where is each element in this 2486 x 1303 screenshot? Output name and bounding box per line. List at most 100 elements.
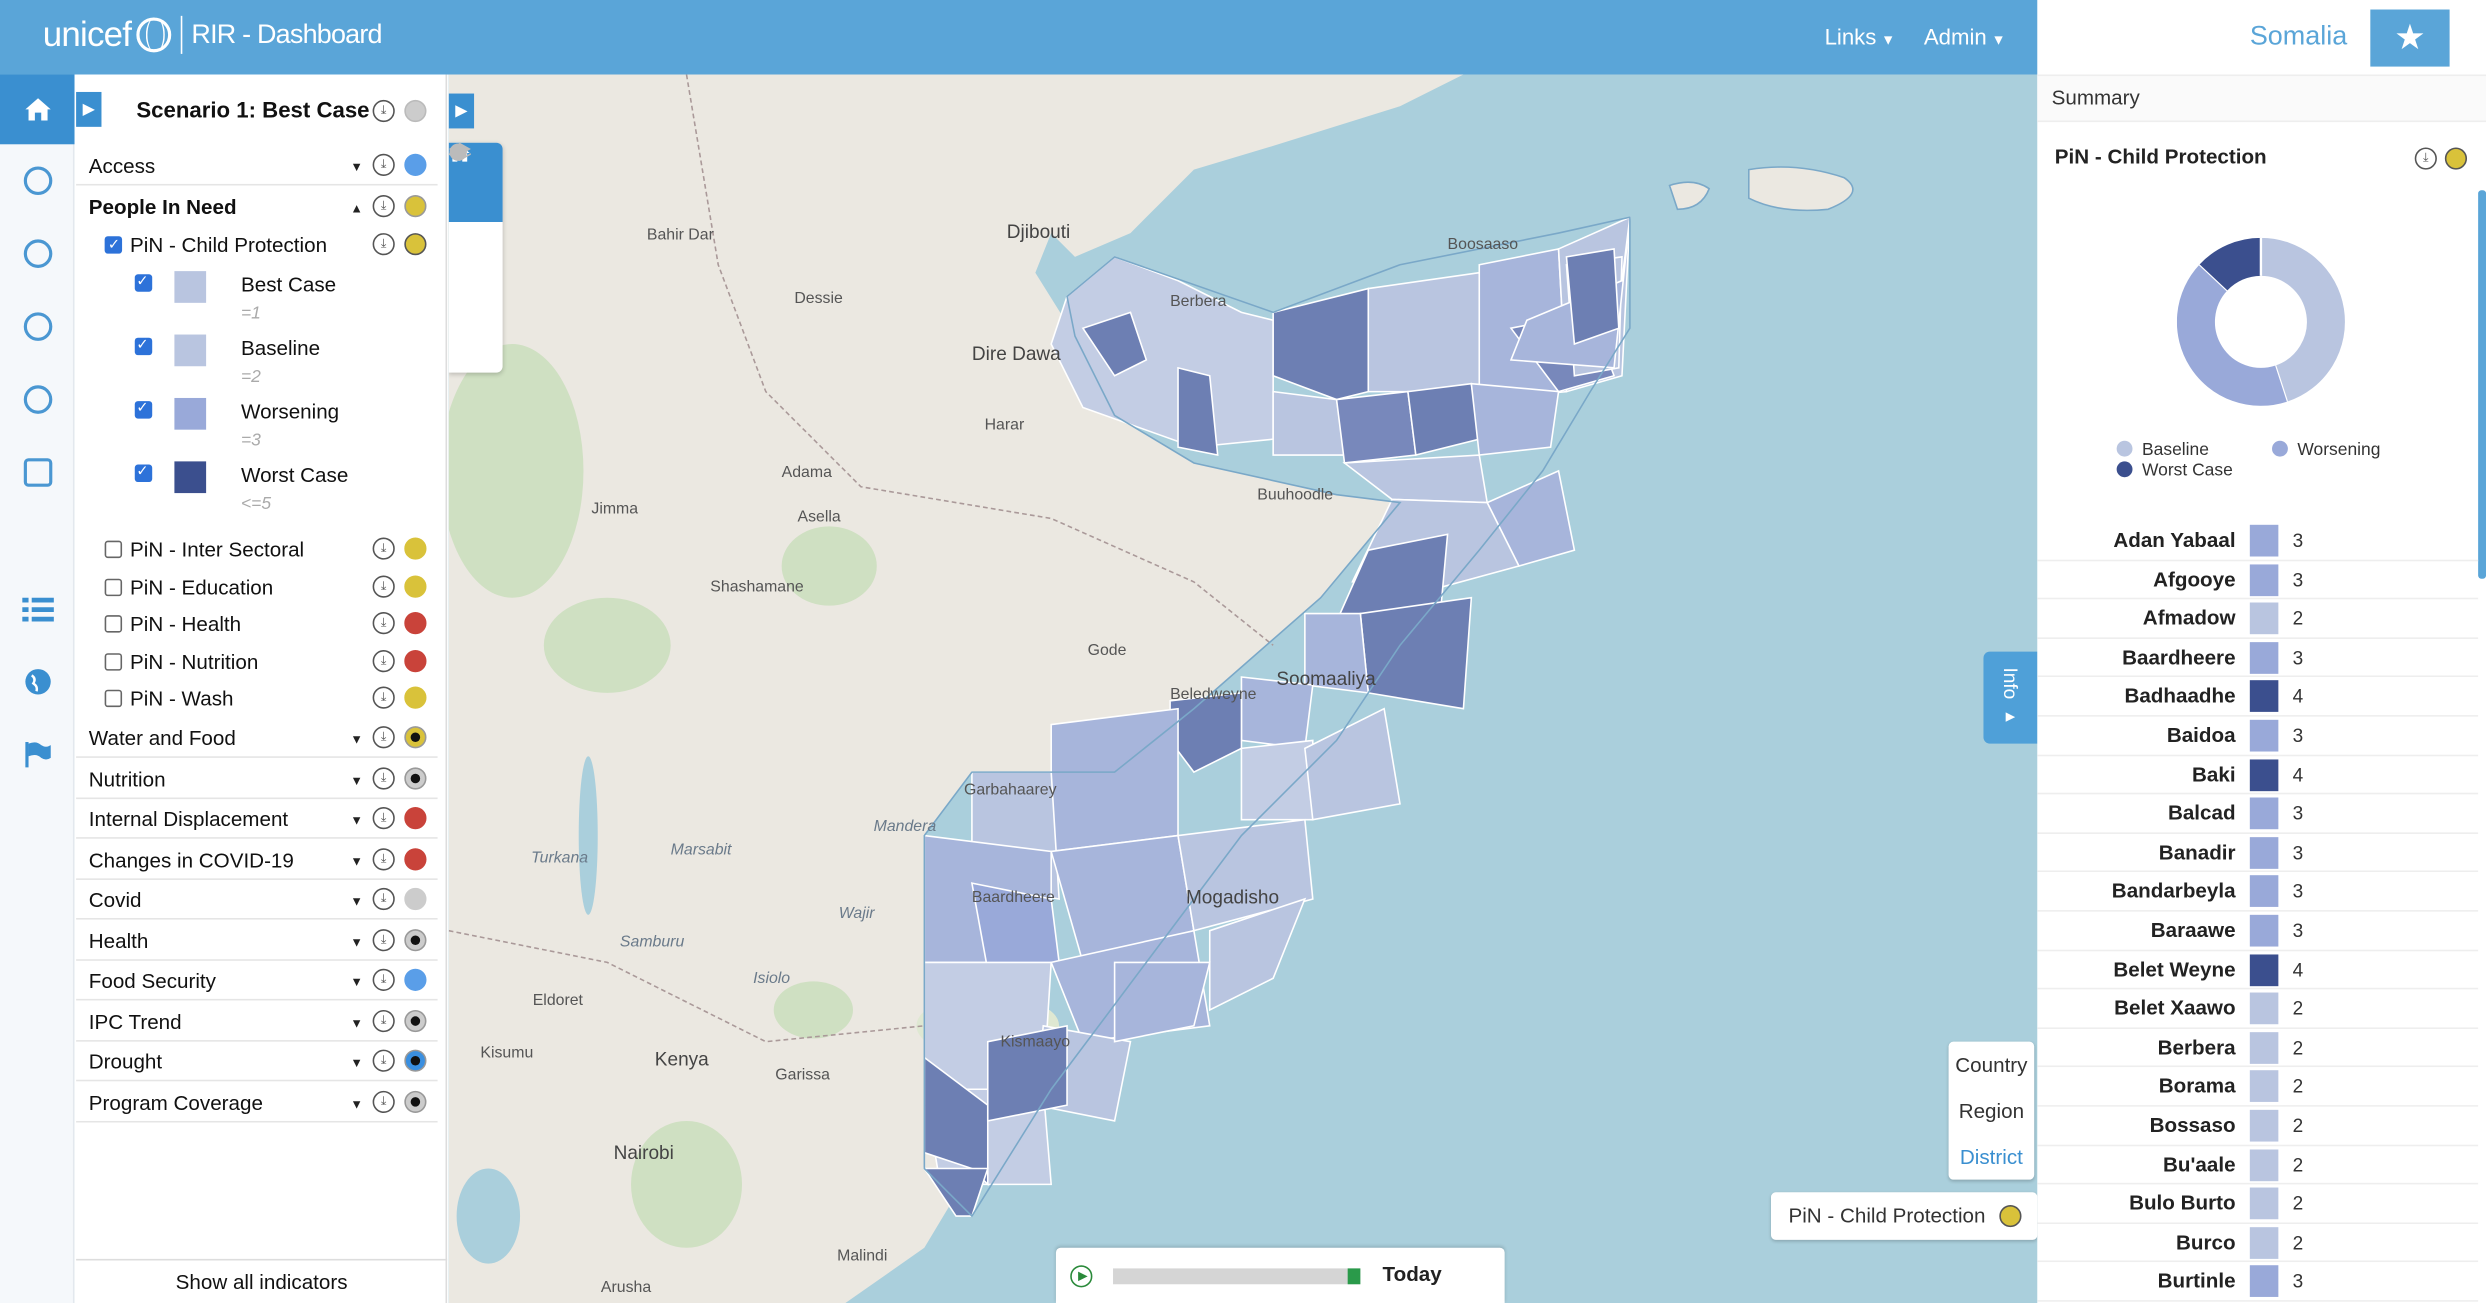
indicator-row[interactable]: Drought ▼ (76, 1042, 438, 1082)
district-row[interactable]: Bandarbeyla 3 (2037, 873, 2479, 912)
layer-checkbox[interactable] (104, 615, 123, 633)
district-row[interactable]: Burco 2 (2037, 1224, 2479, 1263)
map-view[interactable]: ▶ Djibouti Boosaaso Berbera Buuhoodle Soomaa… (448, 74, 2038, 1303)
download-icon[interactable] (372, 766, 395, 789)
layer-row[interactable]: PiN - Wash (76, 682, 437, 717)
district-row[interactable]: Bossaso 2 (2037, 1107, 2479, 1146)
download-icon[interactable] (372, 612, 395, 635)
caret-down-icon[interactable]: ▼ (350, 160, 363, 174)
caret-down-icon[interactable]: ▼ (350, 1056, 363, 1070)
active-layer-chip[interactable]: PiN - Child Protection (1771, 1192, 2038, 1240)
layer-checkbox[interactable] (104, 540, 123, 559)
donut-legend-item[interactable]: Baseline (2116, 440, 2209, 460)
district-row[interactable]: Banadir 3 (2037, 834, 2479, 873)
district-row[interactable]: Adan Yabaal 3 (2037, 522, 2479, 561)
donut-legend-item[interactable]: Worst Case (2116, 461, 2233, 480)
download-icon[interactable] (372, 575, 395, 598)
map-panel-expand-button[interactable]: ▶ (448, 93, 475, 129)
favorite-button[interactable]: ★ (2370, 9, 2450, 67)
legend-checkbox[interactable] (134, 273, 153, 292)
play-icon[interactable] (1070, 1265, 1093, 1288)
district-row[interactable]: Baki 4 (2037, 756, 2479, 795)
indicator-row[interactable]: Water and Food ▼ (76, 718, 438, 758)
download-icon[interactable] (372, 847, 395, 870)
layer-checkbox[interactable] (104, 578, 123, 597)
level-region-button[interactable]: Region (1949, 1088, 2035, 1134)
rail-globe-button[interactable] (0, 645, 75, 718)
layer-row[interactable]: PiN - Nutrition (76, 645, 437, 680)
download-icon[interactable] (372, 153, 395, 176)
indicator-row[interactable]: Program Coverage ▼ (76, 1082, 438, 1122)
caret-down-icon[interactable]: ▼ (350, 854, 363, 868)
download-icon[interactable] (372, 807, 395, 830)
rail-nutrition-button[interactable] (0, 290, 75, 363)
summary-tab[interactable]: Summary (2037, 74, 2486, 123)
layer-checkbox[interactable] (104, 689, 123, 708)
download-icon[interactable] (2414, 147, 2437, 170)
download-icon[interactable] (372, 1009, 395, 1032)
download-icon[interactable] (372, 195, 395, 218)
rail-health-button[interactable] (0, 144, 75, 217)
layer-checkbox[interactable] (104, 653, 123, 671)
rail-wash-button[interactable] (0, 363, 75, 436)
caret-down-icon[interactable]: ▼ (350, 1016, 363, 1030)
map-layers-button[interactable] (448, 142, 503, 298)
district-row[interactable]: Badhaadhe 4 (2037, 678, 2479, 717)
panel-collapse-button[interactable]: ▶ (76, 91, 102, 127)
legend-checkbox[interactable] (134, 463, 153, 482)
rail-education-button[interactable] (0, 436, 75, 509)
legend-checkbox[interactable] (134, 400, 153, 419)
district-row[interactable]: Bu'aale 2 (2037, 1146, 2479, 1185)
caret-down-icon[interactable]: ▼ (350, 773, 363, 787)
district-row[interactable]: Borama 2 (2037, 1068, 2479, 1107)
level-country-button[interactable]: Country (1949, 1042, 2035, 1088)
donut-slice-worst-case[interactable] (2199, 237, 2262, 292)
indicator-row[interactable]: Internal Displacement ▼ (76, 799, 438, 839)
download-icon[interactable] (372, 887, 395, 911)
district-row[interactable]: Burtinle 3 (2037, 1263, 2479, 1302)
unicef-logo[interactable]: unicef RIR - Dashboard (43, 14, 383, 55)
download-icon[interactable] (372, 928, 395, 951)
district-row[interactable]: Baardheere 3 (2037, 639, 2479, 678)
level-district-button[interactable]: District (1949, 1134, 2035, 1180)
home-button[interactable] (0, 74, 75, 145)
download-icon[interactable] (372, 726, 395, 749)
caret-up-icon[interactable]: ▲ (350, 201, 363, 215)
legend-item[interactable]: Worsening =3 (76, 393, 437, 456)
caret-down-icon[interactable]: ▼ (350, 813, 363, 827)
legend-item[interactable]: Worst Case <=5 (76, 457, 437, 520)
district-row[interactable]: Afgooye 3 (2037, 561, 2479, 600)
rail-protection-button[interactable] (0, 217, 75, 290)
download-icon[interactable] (372, 537, 395, 560)
rail-list-button[interactable] (0, 572, 75, 645)
layer-row-pin-child-protection[interactable]: PiN - Child Protection (76, 228, 437, 263)
donut-slice-baseline[interactable] (2260, 237, 2345, 402)
caret-down-icon[interactable]: ▼ (350, 894, 363, 908)
district-row[interactable]: Bulo Burto 2 (2037, 1185, 2479, 1224)
layer-row[interactable]: PiN - Health (76, 607, 437, 642)
layer-checkbox[interactable] (104, 236, 123, 254)
scrollbar[interactable] (2478, 190, 2486, 579)
download-icon[interactable] (372, 1049, 395, 1072)
district-row[interactable]: Baraawe 3 (2037, 912, 2479, 951)
layer-row[interactable]: PiN - Inter Sectoral (76, 533, 437, 568)
indicator-row[interactable]: Changes in COVID-19 ▼ (76, 840, 438, 880)
nav-links[interactable]: Links ▼ (1825, 24, 1896, 49)
download-icon[interactable] (372, 1090, 395, 1113)
district-row[interactable]: Berbera 2 (2037, 1029, 2479, 1068)
indicator-row[interactable]: Health ▼ (76, 920, 438, 961)
info-tab[interactable]: Info ▸ (1983, 651, 2038, 744)
donut-slice-worsening[interactable] (2176, 264, 2287, 406)
download-icon[interactable] (372, 686, 395, 709)
download-icon[interactable] (372, 650, 395, 673)
indicator-row[interactable]: Nutrition ▼ (76, 759, 438, 799)
download-icon[interactable] (372, 968, 395, 991)
layer-row[interactable]: PiN - Education (76, 571, 437, 606)
download-icon[interactable] (372, 99, 395, 123)
download-icon[interactable] (372, 233, 395, 256)
indicator-row-people-in-need[interactable]: People In Need ▲ (76, 187, 437, 227)
caret-down-icon[interactable]: ▼ (350, 1096, 363, 1110)
district-row[interactable]: Baidoa 3 (2037, 717, 2479, 756)
district-row[interactable]: Belet Xaawo 2 (2037, 990, 2479, 1029)
caret-down-icon[interactable]: ▼ (350, 975, 363, 989)
